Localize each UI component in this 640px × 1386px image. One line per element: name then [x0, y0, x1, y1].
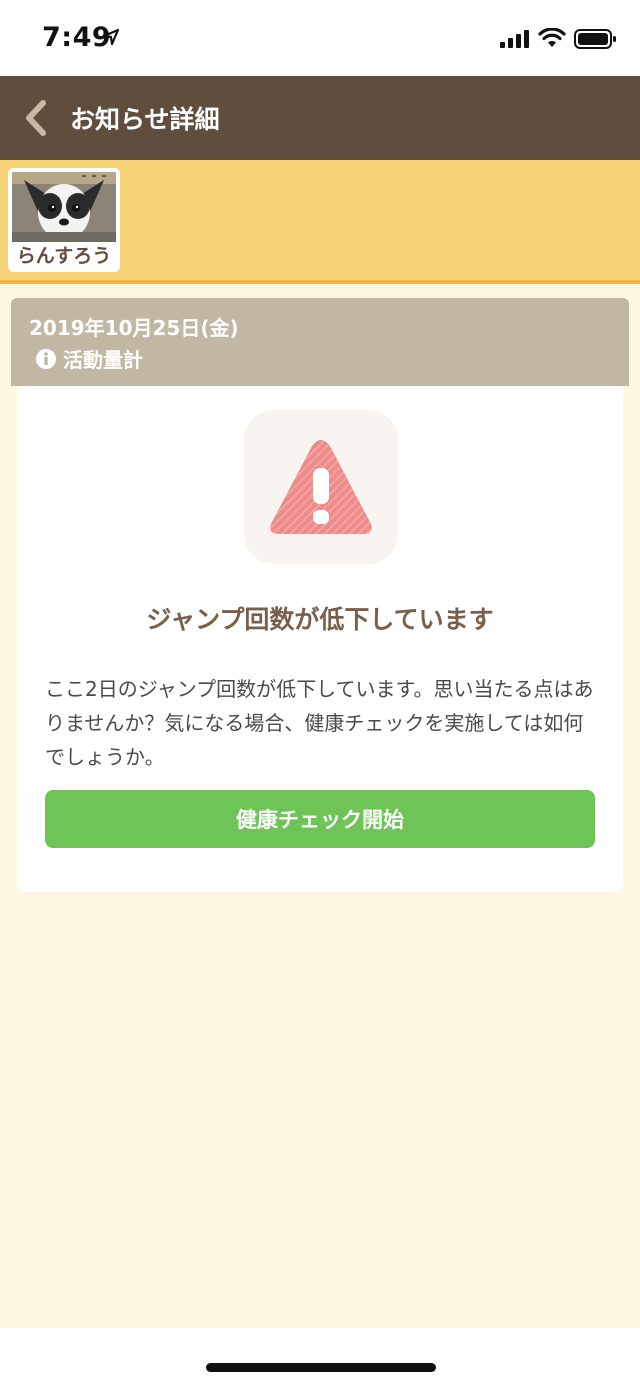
pet-bar: らんすろう: [0, 160, 640, 284]
back-button[interactable]: [16, 94, 56, 142]
nav-bar: お知らせ詳細: [0, 76, 640, 160]
alert-title: ジャンプ回数が低下しています: [146, 605, 494, 634]
pet-photo: [12, 172, 116, 242]
pet-avatar[interactable]: らんすろう: [8, 168, 120, 272]
notification-date: 2019年10月25日(金): [29, 316, 239, 340]
info-icon: [36, 348, 56, 369]
notification-category: 活動量計: [35, 344, 143, 373]
start-health-check-button[interactable]: 健康チェック開始: [45, 790, 595, 848]
status-time: 7:49: [42, 22, 112, 53]
notification-header: 2019年10月25日(金) 活動量計: [11, 298, 629, 386]
alert-body: ここ2日のジャンプ回数が低下しています。思い当たる点はありませんか？気になる場合…: [45, 677, 594, 769]
cellular-signal-icon: [500, 30, 529, 48]
status-bar: 7:49: [0, 0, 640, 76]
notification-card: ジャンプ回数が低下しています ここ2日のジャンプ回数が低下しています。思い当たる…: [17, 386, 623, 892]
home-indicator-area: [0, 1328, 640, 1386]
chevron-left-icon: [26, 100, 46, 136]
category-label: 活動量計: [63, 348, 143, 372]
pet-name: らんすろう: [16, 245, 112, 267]
warning-triangle-icon: [270, 440, 372, 534]
wifi-icon: [538, 28, 566, 47]
home-indicator[interactable]: [206, 1363, 436, 1372]
battery-icon: [574, 29, 616, 49]
page-title: お知らせ詳細: [70, 105, 220, 134]
location-arrow-icon: [102, 28, 120, 46]
warning-badge: [244, 410, 398, 564]
